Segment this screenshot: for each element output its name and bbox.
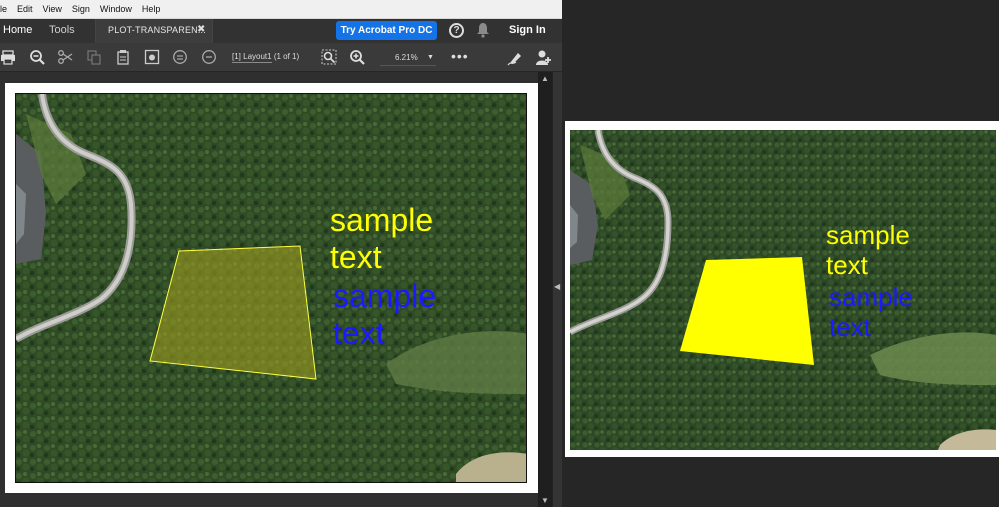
blue-text-line2: text xyxy=(333,315,385,352)
transparent-polygon xyxy=(149,245,317,380)
scissors-icon[interactable] xyxy=(57,49,73,65)
tab-tools[interactable]: Tools xyxy=(49,24,75,36)
vertical-scrollbar[interactable]: ▲ ▼ xyxy=(538,72,552,507)
yellow-text-line1: sample xyxy=(330,202,434,238)
tab-bar: Home Tools PLOT-TRANSPAREN... ✖ Try Acro… xyxy=(0,19,562,43)
stamp-icon[interactable] xyxy=(172,49,188,65)
snapshot-icon[interactable] xyxy=(144,49,160,65)
preview-yellow-text: sample text xyxy=(826,220,910,280)
panel-splitter[interactable]: ◀ xyxy=(552,72,562,507)
menu-edit[interactable]: Edit xyxy=(12,4,38,14)
tab-document[interactable]: PLOT-TRANSPAREN... ✖ xyxy=(95,19,213,43)
document-viewport[interactable]: sample text sample text xyxy=(0,72,539,507)
preview-yellow-line2: text xyxy=(826,250,868,281)
zoom-out-icon[interactable] xyxy=(29,49,45,65)
try-acrobat-pro-button[interactable]: Try Acrobat Pro DC xyxy=(336,21,437,40)
share-user-icon[interactable] xyxy=(535,49,552,66)
clipboard-icon[interactable] xyxy=(115,49,131,65)
pdf-page: sample text sample text xyxy=(5,83,539,493)
menu-window[interactable]: Window xyxy=(95,4,137,14)
comment-icon[interactable] xyxy=(201,49,217,65)
aerial-map-preview-image xyxy=(570,130,996,450)
screenshot-root: ile Edit View Sign Window Help Home Tool… xyxy=(0,0,999,507)
close-icon[interactable]: ✖ xyxy=(197,24,205,35)
preview-blue-text: sample text xyxy=(829,282,913,342)
plot-polygon-left xyxy=(149,245,317,380)
help-icon[interactable]: ? xyxy=(449,23,464,38)
scroll-down-icon[interactable]: ▼ xyxy=(541,496,549,505)
copy-icon[interactable] xyxy=(86,49,102,65)
bell-icon[interactable] xyxy=(476,22,490,38)
print-preview: sample text sample text xyxy=(562,0,999,507)
preview-page: sample text sample text xyxy=(565,121,999,457)
toolbar: [1] Layout1 (1 of 1) 6.21% ▼ ••• xyxy=(0,43,562,72)
yellow-text-line2: text xyxy=(330,239,382,276)
sign-in-button[interactable]: Sign In xyxy=(509,24,546,36)
page-count: (1 of 1) xyxy=(273,52,300,61)
print-icon[interactable] xyxy=(0,49,16,65)
blue-sample-text: sample text xyxy=(333,278,436,352)
menu-file[interactable]: ile xyxy=(0,4,12,14)
menu-help[interactable]: Help xyxy=(137,4,166,14)
marquee-zoom-icon[interactable] xyxy=(321,49,337,65)
menu-bar: ile Edit View Sign Window Help xyxy=(0,0,562,19)
aerial-map-preview: sample text sample text xyxy=(570,130,996,450)
collapse-panel-icon[interactable]: ◀ xyxy=(554,282,560,291)
page-layout-field[interactable]: [1] Layout1 xyxy=(232,52,272,63)
preview-blue-line2: text xyxy=(829,312,871,343)
acrobat-window: ile Edit View Sign Window Help Home Tool… xyxy=(0,0,562,507)
aerial-map: sample text sample text xyxy=(15,93,527,483)
tab-home[interactable]: Home xyxy=(3,24,32,36)
preview-blue-line1: sample xyxy=(829,282,913,312)
fill-sign-icon[interactable] xyxy=(507,49,524,66)
yellow-sample-text: sample text xyxy=(330,202,433,276)
chevron-down-icon[interactable]: ▼ xyxy=(427,50,434,66)
blue-text-line1: sample xyxy=(333,278,437,314)
menu-view[interactable]: View xyxy=(38,4,67,14)
zoom-in-icon[interactable] xyxy=(349,49,365,65)
tab-document-label: PLOT-TRANSPAREN... xyxy=(108,25,206,35)
page-navigator[interactable]: [1] Layout1 (1 of 1) xyxy=(232,52,299,63)
menu-sign[interactable]: Sign xyxy=(67,4,95,14)
preview-yellow-line1: sample xyxy=(826,220,910,250)
scroll-up-icon[interactable]: ▲ xyxy=(541,74,549,83)
more-icon[interactable]: ••• xyxy=(451,49,469,63)
